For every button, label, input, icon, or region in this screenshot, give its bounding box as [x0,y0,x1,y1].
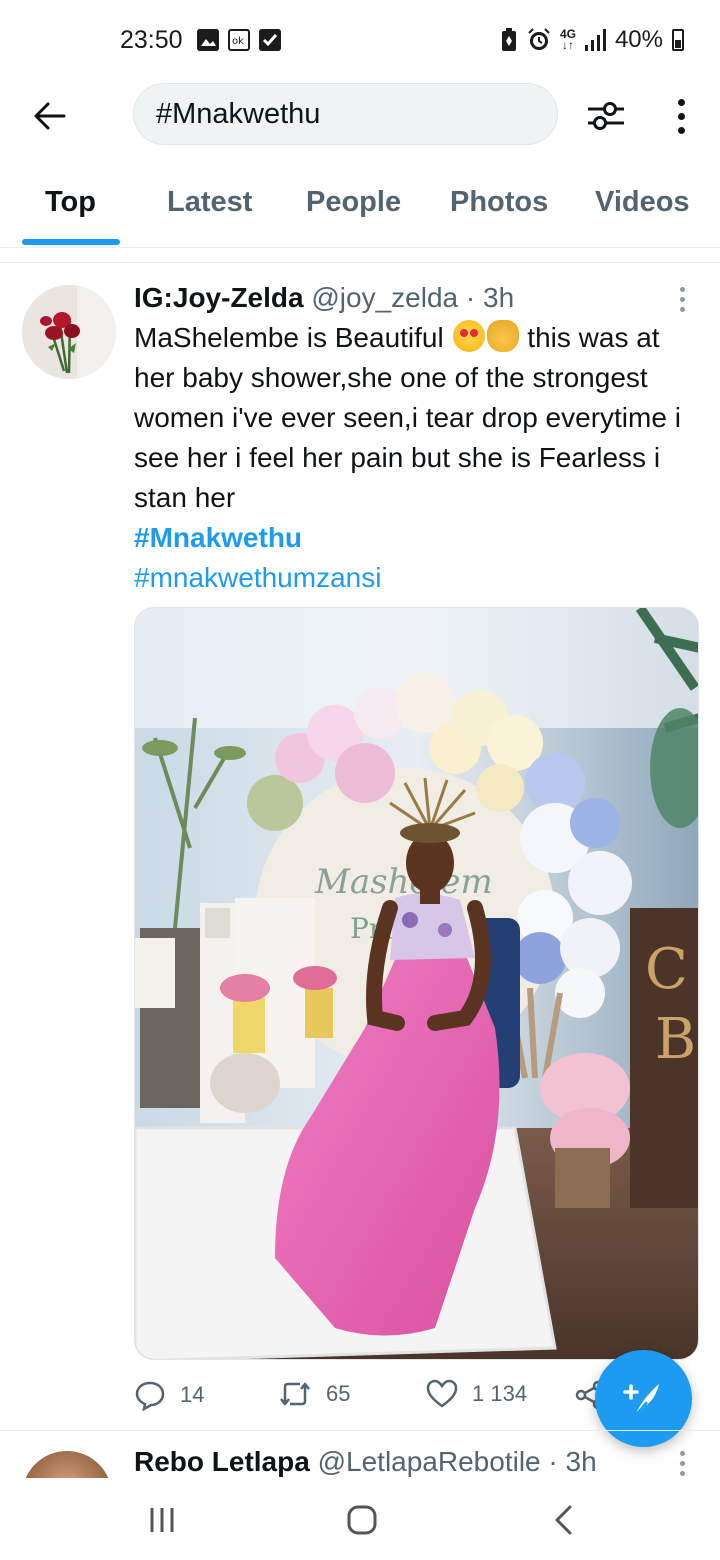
back-button[interactable] [28,94,72,138]
more-vertical-icon [680,287,685,292]
home-icon [347,1505,377,1535]
signal-icon [584,29,606,51]
tab-latest[interactable]: Latest [167,186,252,219]
user-handle[interactable]: @joy_zelda [311,282,458,313]
search-input[interactable]: #Mnakwethu [133,83,558,145]
svg-text:B: B [655,1007,696,1072]
filter-button[interactable] [584,94,628,138]
heart-icon [426,1379,458,1408]
separator: · [458,282,483,313]
battery-percent: 40% [614,26,663,53]
battery-icon [672,29,684,51]
tweet-more-button[interactable] [680,287,685,312]
more-vertical-icon [677,98,685,106]
alarm-icon [528,28,550,50]
retweet-count: 65 [326,1381,351,1406]
data-saver-icon: ok [228,29,250,51]
heart-eyes-emoji [452,320,485,352]
arrow-left-icon [34,102,66,130]
reply-icon [135,1381,165,1411]
hashtag-link[interactable]: #Mnakwethu [134,518,704,558]
divider [0,262,720,263]
display-name[interactable]: Rebo Letlapa [134,1446,310,1477]
back-nav-button[interactable] [542,1500,586,1540]
avatar[interactable] [22,1451,112,1478]
active-tab-indicator [22,239,120,245]
avatar[interactable] [22,285,116,379]
filter-icon [588,102,624,130]
like-count: 1 134 [472,1381,528,1406]
tweet-text-part1: MaShelembe is Beautiful [134,322,452,353]
tweet-photo[interactable]: Mashelem Pro C B [134,607,699,1360]
tweet-item: Rebo Letlapa @LetlapaRebotile · 3h [0,1431,720,1478]
gallery-icon [197,29,219,51]
recent-apps-icon [150,1508,174,1532]
tweet-time: 3h [483,282,515,313]
svg-text:ok: ok [232,36,244,47]
home-button[interactable] [340,1500,384,1540]
status-time: 23:50 [120,26,183,54]
hashtag-link[interactable]: #mnakwethumzansi [134,558,704,598]
battery-saver-icon [501,28,516,51]
more-vertical-icon [680,1451,685,1456]
tab-people[interactable]: People [306,186,401,219]
status-bar: 23:50 ok 4G ↓↑ 40% [0,0,720,82]
system-nav-bar [0,1478,720,1560]
retweet-button[interactable]: 65 [278,1379,350,1409]
search-query: #Mnakwethu [156,97,321,130]
reply-button[interactable]: 14 [134,1379,204,1411]
chevron-left-icon [555,1505,572,1535]
svg-text:C: C [645,937,688,1002]
tweet-more-button[interactable] [680,1451,685,1476]
tweet-header: Rebo Letlapa @LetlapaRebotile · 3h [134,1446,597,1478]
tweet-actions: 14 65 1 134 [134,1375,604,1415]
ok-hand-emoji [486,320,519,352]
reply-count: 14 [180,1382,205,1407]
tab-top[interactable]: Top [45,186,96,219]
separator: · [540,1446,566,1477]
display-name[interactable]: IG:Joy-Zelda [134,282,304,313]
user-handle[interactable]: @LetlapaRebotile [318,1446,541,1477]
like-button[interactable]: 1 134 [426,1379,527,1409]
search-header: #Mnakwethu [0,82,720,148]
retweet-icon [280,1382,310,1406]
tab-videos[interactable]: Videos [595,186,690,219]
tweet-text: MaShelembe is Beautiful this was at her … [134,318,704,598]
search-tabs: Top Latest People Photos Videos [0,168,720,248]
more-options-button[interactable] [664,94,698,138]
tweet-time: 3h [565,1446,597,1477]
tab-photos[interactable]: Photos [450,186,548,219]
recent-apps-button[interactable] [140,1500,184,1540]
network-type: 4G ↓↑ [559,27,576,52]
check-icon [259,29,281,51]
tweet-header: IG:Joy-Zelda @joy_zelda · 3h [134,282,514,314]
compose-feather-icon [622,1383,659,1417]
